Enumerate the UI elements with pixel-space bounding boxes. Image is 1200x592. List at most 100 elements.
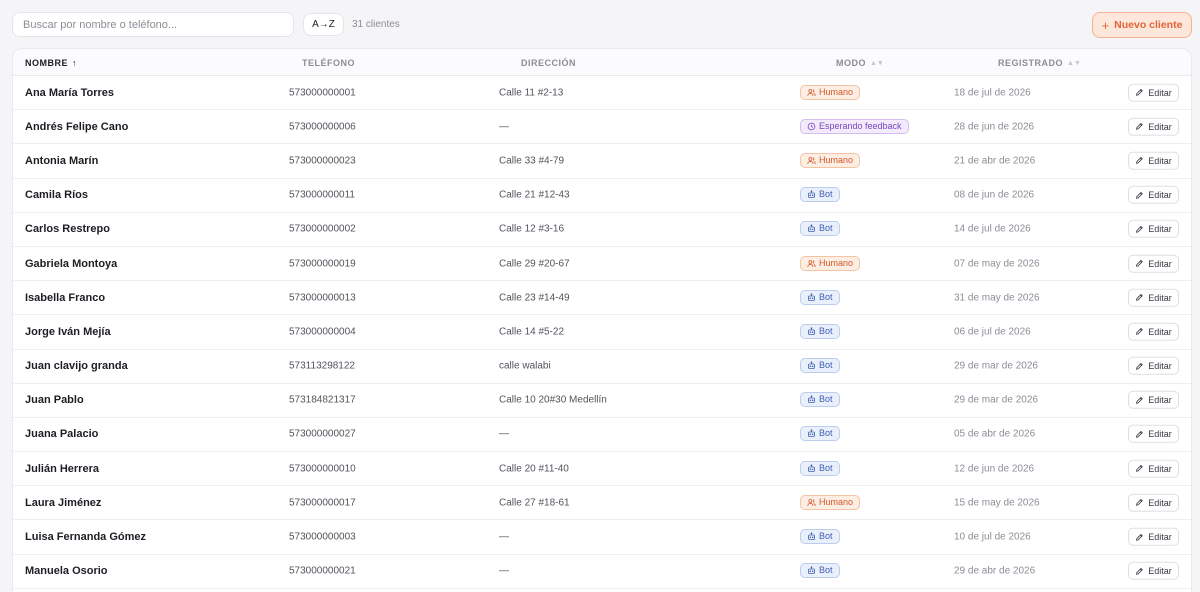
edit-cell: Editar <box>1128 185 1179 205</box>
table-row[interactable]: Andrés Felipe Cano 573000000006 — Esperando… <box>13 110 1191 145</box>
table-row[interactable]: Antonia Marín 573000000023 Calle 33 #4-79 H… <box>13 144 1191 179</box>
pencil-icon <box>1135 190 1144 199</box>
client-name: Isabella Franco <box>25 291 106 304</box>
edit-label: Editar <box>1148 258 1172 269</box>
edit-cell: Editar <box>1128 83 1179 102</box>
client-name: Andrés Felipe Cano <box>25 120 129 133</box>
mode-label: Bot <box>819 565 833 576</box>
edit-button[interactable]: Editar <box>1128 459 1179 478</box>
registered-date: 14 de jul de 2026 <box>954 223 1031 235</box>
table-row[interactable]: Carlos Restrepo 573000000002 Calle 12 #3-1… <box>13 213 1191 247</box>
toolbar: A→Z 31 clientes + Nuevo cliente <box>12 12 1192 38</box>
bot-icon <box>807 361 816 370</box>
mode-cell: Bot <box>800 186 840 204</box>
client-name: Laura Jiménez <box>25 496 102 509</box>
table-row[interactable]: Ana María Torres 573000000001 Calle 11 #2-… <box>13 76 1191 111</box>
client-phone: 573000000010 <box>289 463 356 475</box>
mode-label: Bot <box>819 394 833 405</box>
edit-button[interactable]: Editar <box>1128 356 1179 375</box>
table-row[interactable]: Juana Palacio 573000000027 — Bot 05 de abr d… <box>13 418 1191 453</box>
client-phone: 573000000017 <box>289 497 356 509</box>
registered-date: 31 de may de 2026 <box>954 292 1040 304</box>
pencil-icon <box>1135 430 1144 439</box>
edit-button[interactable]: Editar <box>1128 117 1179 136</box>
mode-label: Bot <box>819 325 833 336</box>
client-address: — <box>499 428 509 440</box>
edit-label: Editar <box>1148 87 1172 98</box>
sort-toggle-button[interactable]: A→Z <box>303 13 344 36</box>
client-phone: 573000000002 <box>289 223 356 235</box>
client-address: Calle 11 #2-13 <box>499 87 564 99</box>
edit-label: Editar <box>1148 224 1172 235</box>
mode-cell: Humano <box>800 494 861 512</box>
client-name: Manuela Osorio <box>25 565 108 578</box>
search-input[interactable] <box>12 12 294 37</box>
registered-date: 10 de jul de 2026 <box>954 531 1031 543</box>
bot-icon <box>807 224 816 233</box>
sort-updown-icon: ▲▼ <box>870 59 884 67</box>
mode-label: Humano <box>819 154 854 165</box>
mode-cell: Bot <box>800 460 840 478</box>
client-name: Julián Herrera <box>25 462 99 475</box>
table-row[interactable]: Camila Ríos 573000000011 Calle 21 #12-43 Bo… <box>13 179 1191 213</box>
edit-button[interactable]: Editar <box>1128 391 1179 410</box>
mode-badge: Humano <box>800 152 861 168</box>
mode-cell: Bot <box>800 425 840 443</box>
edit-button[interactable]: Editar <box>1128 185 1179 204</box>
client-phone: 573000000021 <box>289 565 356 577</box>
edit-button[interactable]: Editar <box>1128 527 1179 546</box>
client-name: Ana María Torres <box>25 86 115 99</box>
column-header-registered[interactable]: REGISTRADO ▲▼ <box>998 58 1081 68</box>
edit-button[interactable]: Editar <box>1128 288 1179 307</box>
edit-button[interactable]: Editar <box>1128 322 1179 341</box>
mode-cell: Bot <box>800 220 840 238</box>
client-phone: 573000000027 <box>289 428 356 440</box>
pencil-icon <box>1135 464 1144 473</box>
edit-cell: Editar <box>1128 151 1179 171</box>
table-row[interactable]: Luisa Fernanda Gómez 573000000003 — Bot 10 d… <box>13 520 1191 555</box>
registered-date: 18 de jul de 2026 <box>954 87 1031 99</box>
new-client-button[interactable]: + Nuevo cliente <box>1092 12 1192 38</box>
edit-button[interactable]: Editar <box>1128 425 1179 444</box>
edit-cell: Editar <box>1128 425 1179 444</box>
registered-date: 07 de may de 2026 <box>954 258 1040 270</box>
registered-date: 29 de abr de 2026 <box>954 565 1036 577</box>
table-row[interactable]: Gabriela Montoya 573000000019 Calle 29 #20… <box>13 247 1191 282</box>
edit-label: Editar <box>1148 531 1172 542</box>
client-phone: 573000000006 <box>289 121 356 133</box>
client-address: Calle 12 #3-16 <box>499 223 565 235</box>
column-header-name[interactable]: NOMBRE ↑ <box>25 58 77 68</box>
mode-badge: Bot <box>800 221 840 237</box>
edit-button[interactable]: Editar <box>1128 220 1179 239</box>
mode-badge: Bot <box>800 529 840 545</box>
table-row[interactable]: Manuela Osorio 573000000021 — Bot 29 de abr … <box>13 555 1191 589</box>
edit-button[interactable]: Editar <box>1128 254 1179 273</box>
mode-label: Bot <box>819 531 833 542</box>
table-row[interactable]: Juan Pablo 573184821317 Calle 10 20#30 Med… <box>13 384 1191 418</box>
edit-button[interactable]: Editar <box>1128 83 1179 102</box>
client-phone: 573000000023 <box>289 155 356 167</box>
mode-badge: Bot <box>800 358 840 374</box>
edit-button[interactable]: Editar <box>1128 493 1179 512</box>
mode-label: Humano <box>819 496 854 507</box>
table-row[interactable]: Jorge Iván Mejía 573000000004 Calle 14 #5-… <box>13 315 1191 350</box>
registered-date: 29 de mar de 2026 <box>954 360 1038 372</box>
mode-badge: Bot <box>800 460 840 476</box>
pencil-icon <box>1135 156 1144 165</box>
mode-label: Bot <box>819 428 833 439</box>
sort-updown-icon: ▲▼ <box>1067 59 1081 67</box>
table-row[interactable]: Isabella Franco 573000000013 Calle 23 #14-… <box>13 281 1191 316</box>
bot-icon <box>807 566 816 575</box>
client-phone: 573000000003 <box>289 531 356 543</box>
table-row[interactable]: Julián Herrera 573000000010 Calle 20 #11-4… <box>13 452 1191 487</box>
client-address: Calle 21 #12-43 <box>499 189 570 201</box>
edit-button[interactable]: Editar <box>1128 561 1179 580</box>
table-row[interactable]: Juan clavijo granda 573113298122 calle wal… <box>13 350 1191 384</box>
users-icon <box>807 88 816 97</box>
table-row[interactable]: Laura Jiménez 573000000017 Calle 27 #18-61… <box>13 486 1191 521</box>
edit-button[interactable]: Editar <box>1128 151 1179 170</box>
column-header-mode[interactable]: MODO ▲▼ <box>836 58 884 68</box>
client-name: Juana Palacio <box>25 428 99 441</box>
client-name: Camila Ríos <box>25 189 88 202</box>
bot-icon <box>807 327 816 336</box>
